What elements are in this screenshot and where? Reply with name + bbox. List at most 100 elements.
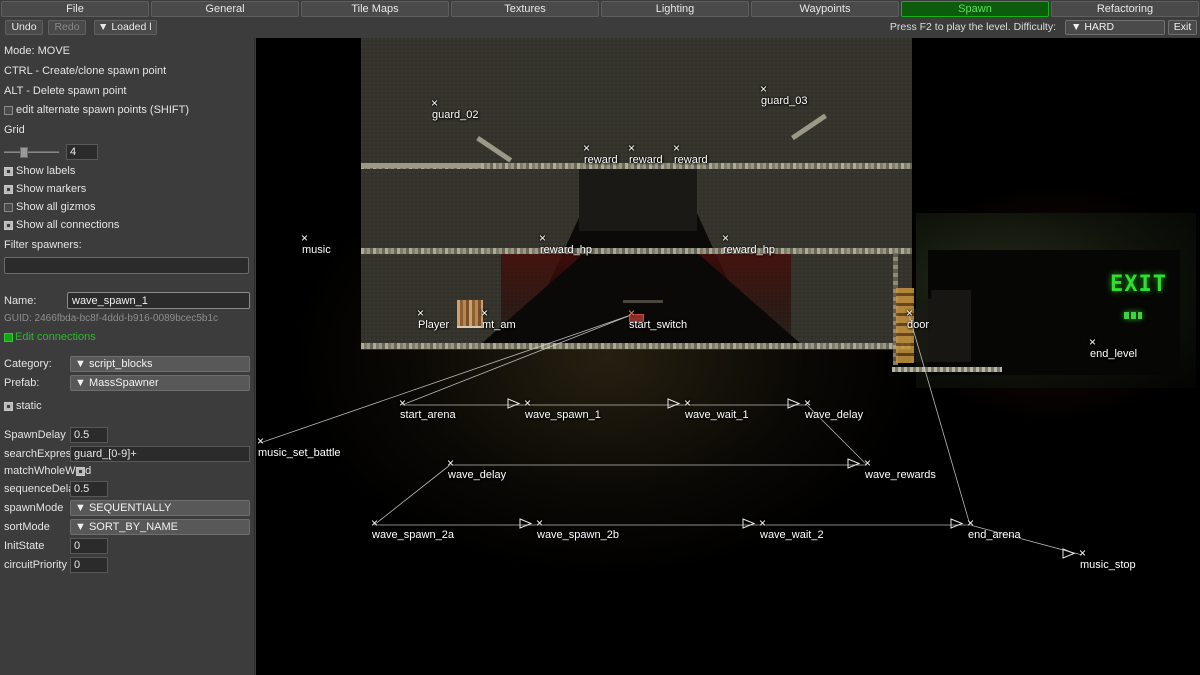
node-label[interactable]: Player (418, 319, 449, 331)
filter-spawners-input[interactable] (4, 257, 249, 274)
checkbox-icon (4, 167, 13, 176)
toggle-show-markers[interactable]: Show markers (4, 180, 250, 198)
node-marker-icon[interactable]: × (1077, 548, 1088, 559)
node-label[interactable]: reward (629, 154, 663, 166)
node-marker-icon[interactable]: × (757, 518, 768, 529)
node-marker-icon[interactable]: × (537, 233, 548, 244)
tab-spawn[interactable]: Spawn (901, 1, 1049, 17)
node-marker-icon[interactable]: × (299, 233, 310, 244)
redo-button[interactable]: Redo (48, 20, 86, 35)
category-row: Category: ▼ script_blocks (4, 356, 250, 372)
slider-knob[interactable] (20, 147, 28, 158)
node-marker-icon[interactable]: × (802, 398, 813, 409)
node-marker-icon[interactable]: × (720, 233, 731, 244)
node-marker-icon[interactable]: × (534, 518, 545, 529)
node-marker-icon[interactable]: × (671, 143, 682, 154)
property-input-InitState[interactable] (70, 538, 108, 554)
tab-tile-maps[interactable]: Tile Maps (301, 1, 449, 17)
checkbox-icon (4, 185, 13, 194)
node-label[interactable]: reward (674, 154, 708, 166)
node-marker-icon[interactable]: × (758, 84, 769, 95)
category-dropdown[interactable]: ▼ script_blocks (70, 356, 250, 372)
node-marker-icon[interactable]: × (415, 308, 426, 319)
tab-file[interactable]: File (1, 1, 149, 17)
tab-general[interactable]: General (151, 1, 299, 17)
name-input[interactable] (67, 292, 250, 309)
tab-refactoring[interactable]: Refactoring (1051, 1, 1199, 17)
checkbox-icon (4, 106, 13, 115)
exit-button[interactable]: Exit (1168, 20, 1197, 35)
node-marker-icon[interactable]: × (429, 98, 440, 109)
tab-waypoints[interactable]: Waypoints (751, 1, 899, 17)
property-dropdown-sortMode[interactable]: ▼ SORT_BY_NAME (70, 519, 250, 535)
node-label[interactable]: wave_delay (805, 409, 863, 421)
node-label[interactable]: music (302, 244, 331, 256)
node-label[interactable]: wave_rewards (865, 469, 936, 481)
node-marker-icon[interactable]: × (445, 458, 456, 469)
connection-arrow-icon (507, 398, 521, 409)
connection-arrow-icon (519, 518, 533, 529)
node-label[interactable]: start_arena (400, 409, 456, 421)
prefab-label: Prefab: (4, 377, 70, 390)
checkbox-icon (4, 402, 13, 411)
node-label[interactable]: music_stop (1080, 559, 1136, 571)
property-input-sequenceDelay[interactable] (70, 481, 108, 497)
node-marker-icon[interactable]: × (682, 398, 693, 409)
toggle-show-all-connections[interactable]: Show all connections (4, 216, 250, 234)
node-marker-icon[interactable]: × (256, 436, 266, 447)
node-marker-icon[interactable]: × (1087, 337, 1098, 348)
tab-lighting[interactable]: Lighting (601, 1, 749, 17)
edit-connections-checkbox[interactable]: Edit connections (4, 329, 250, 345)
property-value: SORT_BY_NAME (89, 521, 178, 533)
undo-button[interactable]: Undo (5, 20, 43, 35)
loaded-levels-dropdown[interactable]: ▼ Loaded l (94, 20, 157, 35)
toggle-show-all-gizmos[interactable]: Show all gizmos (4, 198, 250, 216)
level-viewport[interactable]: EXIT ×guard_02×guard_03×reward×reward×re… (256, 38, 1200, 675)
chevron-down-icon: ▼ (75, 502, 86, 514)
grid-slider[interactable] (4, 147, 59, 157)
node-marker-icon[interactable]: × (904, 308, 915, 319)
tab-textures[interactable]: Textures (451, 1, 599, 17)
node-marker-icon[interactable]: × (626, 143, 637, 154)
property-checkbox-matchWholeWord[interactable] (76, 467, 85, 476)
chevron-down-icon: ▼ (75, 377, 86, 389)
node-marker-icon[interactable]: × (626, 308, 637, 319)
static-label: static (16, 397, 42, 415)
node-label[interactable]: guard_03 (761, 95, 808, 107)
node-marker-icon[interactable]: × (397, 398, 408, 409)
node-marker-icon[interactable]: × (862, 458, 873, 469)
node-label[interactable]: guard_02 (432, 109, 479, 121)
node-label[interactable]: reward_hp (723, 244, 775, 256)
node-label[interactable]: wave_wait_2 (760, 529, 824, 541)
property-dropdown-spawnMode[interactable]: ▼ SEQUENTIALLY (70, 500, 250, 516)
property-input-searchExpression[interactable] (70, 446, 250, 462)
difficulty-dropdown[interactable]: ▼ HARD (1065, 20, 1165, 35)
edit-alternate-spawn-points-checkbox[interactable]: edit alternate spawn points (SHIFT) (4, 101, 250, 119)
node-marker-icon[interactable]: × (581, 143, 592, 154)
property-input-circuitPriority[interactable] (70, 557, 108, 573)
node-label[interactable]: door (907, 319, 929, 331)
prefab-dropdown[interactable]: ▼ MassSpawner (70, 375, 250, 391)
chevron-down-icon: ▼ (98, 21, 108, 33)
property-label: circuitPriority (4, 559, 70, 572)
property-input-SpawnDelay[interactable] (70, 427, 108, 443)
node-label[interactable]: music_set_battle (258, 447, 341, 459)
node-label[interactable]: wave_spawn_2a (372, 529, 454, 541)
node-label[interactable]: wave_wait_1 (685, 409, 749, 421)
node-label[interactable]: end_arena (968, 529, 1021, 541)
node-label[interactable]: wave_spawn_1 (525, 409, 601, 421)
node-marker-icon[interactable]: × (369, 518, 380, 529)
node-label[interactable]: start_switch (629, 319, 687, 331)
node-marker-icon[interactable]: × (522, 398, 533, 409)
node-label[interactable]: end_level (1090, 348, 1137, 360)
node-marker-icon[interactable]: × (479, 308, 490, 319)
grid-value-input[interactable] (66, 144, 98, 160)
node-label[interactable]: reward (584, 154, 618, 166)
static-checkbox[interactable]: static (4, 397, 250, 415)
node-label[interactable]: wave_spawn_2b (537, 529, 619, 541)
node-marker-icon[interactable]: × (965, 518, 976, 529)
node-label[interactable]: reward_hp (540, 244, 592, 256)
node-label[interactable]: wave_delay (448, 469, 506, 481)
node-label[interactable]: mt_am (482, 319, 516, 331)
toggle-show-labels[interactable]: Show labels (4, 162, 250, 180)
